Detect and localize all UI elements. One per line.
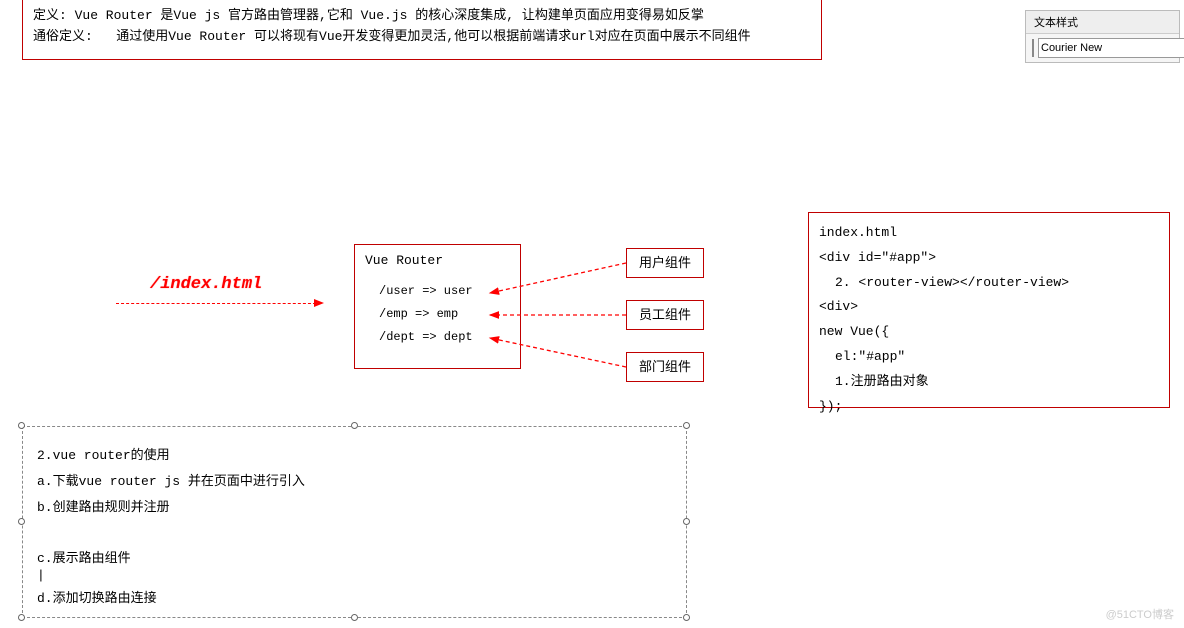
usage-steps-box[interactable]: 2.vue router的使用 a.下载vue router js 并在页面中进… [22, 426, 687, 618]
font-select[interactable] [1038, 38, 1184, 58]
component-dept-box: 部门组件 [626, 352, 704, 382]
component-emp-box: 员工组件 [626, 300, 704, 330]
definition-line2: 通俗定义: 通过使用Vue Router 可以将现有Vue开发变得更加灵活,他可… [33, 27, 811, 48]
usage-step-a: a.下载vue router js 并在页面中进行引入 [37, 470, 672, 489]
code-l5: new Vue({ [819, 322, 1159, 343]
component-user-box: 用户组件 [626, 248, 704, 278]
selection-handle[interactable] [351, 422, 358, 429]
selection-handle[interactable] [683, 422, 690, 429]
selection-handle[interactable] [18, 518, 25, 525]
route-emp: /emp => emp [379, 305, 510, 324]
definition-line1: 定义: Vue Router 是Vue js 官方路由管理器,它和 Vue.js… [33, 6, 811, 27]
text-cursor: | [37, 573, 672, 580]
usage-step-d: d.添加切换路由连接 [37, 587, 672, 606]
text-style-panel: 文本样式 ▾ ▾ [1025, 10, 1180, 63]
panel-row: ▾ ▾ [1026, 34, 1179, 62]
index-html-label: /index.html [150, 275, 262, 294]
route-dept: /dept => dept [379, 328, 510, 347]
code-l1: index.html [819, 223, 1159, 244]
code-l7: 1.注册路由对象 [835, 372, 1159, 393]
code-l4: <div> [819, 297, 1159, 318]
selection-handle[interactable] [18, 422, 25, 429]
usage-title: 2.vue router的使用 [37, 444, 672, 463]
code-box: index.html <div id="#app"> 2. <router-vi… [808, 212, 1170, 408]
code-l8: }); [819, 397, 1159, 418]
definition-box: 定义: Vue Router 是Vue js 官方路由管理器,它和 Vue.js… [22, 0, 822, 60]
code-l6: el:"#app" [835, 347, 1159, 368]
usage-step-b: b.创建路由规则并注册 [37, 496, 672, 515]
selection-handle[interactable] [683, 614, 690, 621]
router-title: Vue Router [365, 251, 510, 272]
usage-step-c: c.展示路由组件 [37, 547, 672, 566]
code-l2: <div id="#app"> [819, 248, 1159, 269]
selection-handle[interactable] [683, 518, 690, 525]
selection-handle[interactable] [351, 614, 358, 621]
code-l3: 2. <router-view></router-view> [835, 273, 1159, 294]
route-user: /user => user [379, 282, 510, 301]
watermark: @51CTO博客 [1106, 606, 1174, 622]
panel-title: 文本样式 [1026, 11, 1179, 34]
color-swatch[interactable] [1032, 39, 1034, 57]
vue-router-box: Vue Router /user => user /emp => emp /de… [354, 244, 521, 369]
usage-gap [37, 522, 672, 540]
selection-handle[interactable] [18, 614, 25, 621]
index-arrow [116, 303, 316, 304]
